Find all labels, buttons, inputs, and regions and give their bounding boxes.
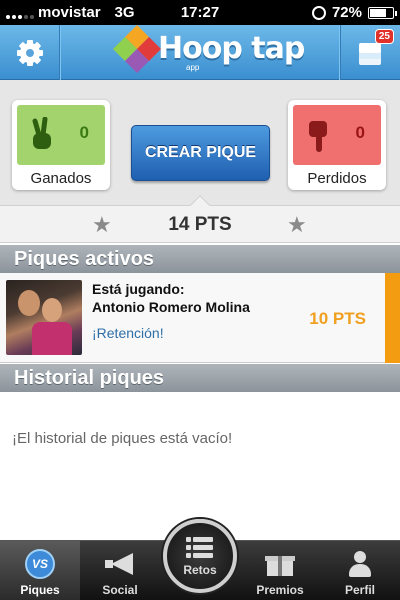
active-pique-row[interactable]: Está jugando: Antonio Romero Molina ¡Ret… — [0, 273, 400, 363]
opponent-name: Antonio Romero Molina — [92, 299, 250, 315]
gear-icon — [16, 39, 43, 66]
star-icon: ★ — [287, 212, 307, 237]
tab-retos[interactable]: Retos — [163, 519, 237, 593]
won-card[interactable]: 0 Ganados — [12, 100, 110, 190]
history-empty-message: ¡El historial de piques está vacío! — [12, 430, 233, 447]
logo-subtext: app — [186, 63, 200, 72]
kite-logo-icon — [112, 24, 162, 73]
tab-perfil[interactable]: Perfil — [320, 541, 400, 600]
row-accent-stripe — [385, 273, 400, 363]
vs-icon: VS — [25, 549, 55, 579]
battery-percent: 72% — [331, 4, 362, 21]
tab-perfil-label: Perfil — [344, 583, 375, 597]
person-icon — [349, 551, 371, 577]
top-nav-bar: Hoop tap app 25 — [0, 24, 400, 80]
tab-retos-label: Retos — [183, 563, 217, 577]
tab-premios[interactable]: Premios — [240, 541, 320, 600]
total-points: 14 PTS — [168, 214, 232, 235]
settings-button[interactable] — [0, 25, 60, 80]
opponent-avatar — [6, 280, 82, 355]
status-right: 72% — [311, 4, 397, 21]
won-label: Ganados — [30, 170, 92, 187]
active-piques-header: Piques activos — [0, 245, 400, 273]
won-count: 0 — [79, 123, 89, 142]
tab-piques[interactable]: VS Piques — [0, 541, 80, 600]
megaphone-icon — [105, 553, 135, 575]
challenge-status: ¡Retención! — [92, 325, 164, 341]
history-header: Historial piques — [0, 364, 400, 392]
score-area: 0 Ganados CREAR PIQUE 0 Perdidos — [0, 80, 400, 205]
victory-hand-icon — [32, 117, 51, 149]
notification-badge: 25 — [374, 29, 394, 44]
tab-piques-label: Piques — [20, 583, 60, 597]
history-list: ¡El historial de piques está vacío! — [0, 392, 400, 540]
lost-card[interactable]: 0 Perdidos — [288, 100, 386, 190]
battery-icon — [368, 6, 397, 19]
logo-text: Hoop tap — [158, 31, 305, 66]
tab-bar: VS Piques Social Retos Premios Perfil — [0, 519, 400, 600]
create-pique-button[interactable]: CREAR PIQUE — [131, 125, 270, 181]
lost-count: 0 — [355, 123, 365, 142]
thumbs-down-icon — [309, 121, 327, 152]
notifications-button[interactable]: 25 — [340, 25, 400, 80]
status-bar: movistar 3G 17:27 72% — [0, 0, 400, 25]
list-icon — [186, 537, 214, 559]
points-bar: ★ 14 PTS ★ — [0, 195, 400, 243]
lost-label: Perdidos — [307, 170, 367, 187]
challenge-points: 10 PTS — [309, 309, 366, 328]
app-logo: Hoop tap app — [112, 24, 305, 73]
playing-label: Está jugando: — [92, 281, 185, 297]
tab-social[interactable]: Social — [80, 541, 160, 600]
rotation-lock-icon — [311, 5, 326, 20]
gift-icon — [265, 552, 295, 576]
tab-premios-label: Premios — [256, 583, 304, 597]
tab-social-label: Social — [102, 583, 138, 597]
